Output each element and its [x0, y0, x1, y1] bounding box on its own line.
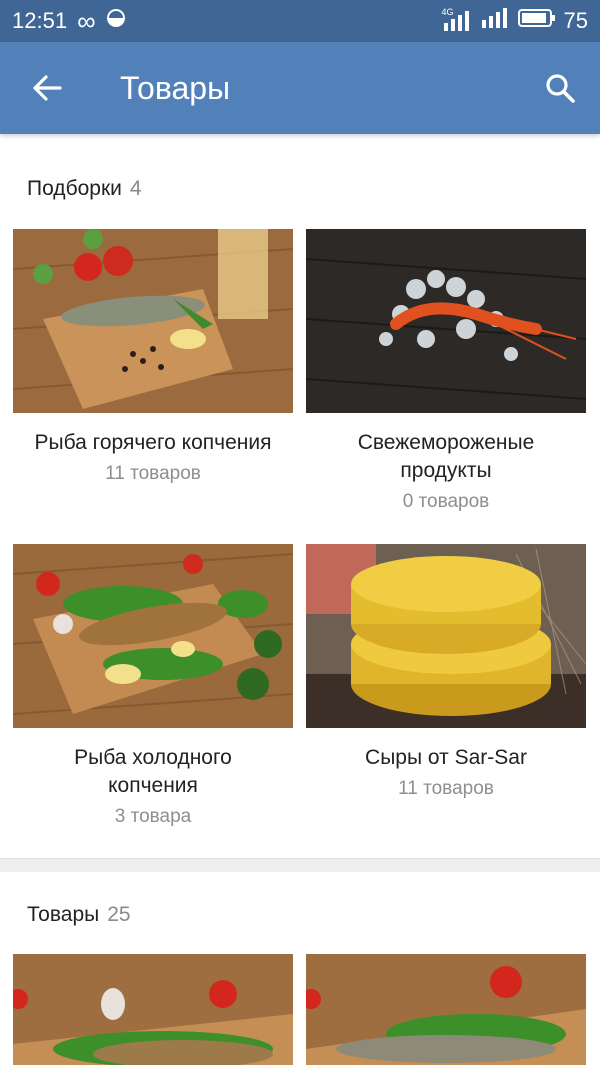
infinity-icon: ∞ — [77, 5, 96, 36]
app-bar: Товары — [0, 42, 600, 134]
collection-name: Свежемороженые продукты — [357, 431, 535, 482]
collection-count: 0 товаров — [402, 491, 490, 512]
collection-card-frozen[interactable]: Свежемороженые продукты 0 товаров — [306, 229, 586, 513]
collection-name: Рыба горячего копчения — [34, 431, 272, 454]
collection-image — [13, 544, 293, 728]
collections-label: Подборки — [27, 177, 122, 200]
status-time: 12:51 — [12, 8, 68, 33]
network-type-label: 4G — [441, 7, 454, 17]
products-count: 25 — [107, 903, 131, 926]
collections-count: 4 — [129, 177, 142, 200]
collection-card-hot-smoked[interactable]: Рыба горячего копчения 11 товаров — [13, 229, 293, 485]
product-card[interactable] — [13, 954, 293, 1065]
collection-card-cheese[interactable]: Сыры от Sar-Sar 11 товаров — [306, 544, 586, 800]
collection-image — [306, 229, 586, 413]
collection-card-cold-smoked[interactable]: Рыба холодного копчения 3 товара — [13, 544, 293, 828]
status-bar: 12:51 ∞ 4G 75 — [0, 0, 600, 42]
search-icon — [546, 74, 575, 103]
collection-name: Рыба холодного копчения — [74, 746, 232, 797]
collection-image — [13, 229, 293, 413]
product-card[interactable] — [306, 954, 586, 1065]
products-label: Товары — [27, 903, 100, 926]
battery-icon — [517, 8, 556, 34]
battery-level: 75 — [563, 8, 588, 33]
collection-count: 11 товаров — [105, 463, 201, 484]
back-button[interactable] — [0, 42, 94, 134]
product-image — [13, 954, 293, 1065]
products-header: Товары 25 — [27, 903, 131, 927]
collection-count: 11 товаров — [398, 778, 494, 799]
collections-header: Подборки 4 — [27, 177, 142, 201]
collection-count: 3 товара — [114, 806, 192, 827]
arrow-left-icon — [33, 75, 62, 101]
signal-icon — [480, 8, 510, 34]
signal-4g-icon: 4G — [442, 7, 472, 31]
product-image — [306, 954, 586, 1065]
collection-name: Сыры от Sar-Sar — [365, 746, 527, 769]
data-saver-icon — [106, 8, 126, 34]
search-button[interactable] — [520, 42, 600, 134]
section-divider — [0, 858, 600, 872]
collection-image — [306, 544, 586, 728]
page-title: Товары — [120, 69, 231, 106]
